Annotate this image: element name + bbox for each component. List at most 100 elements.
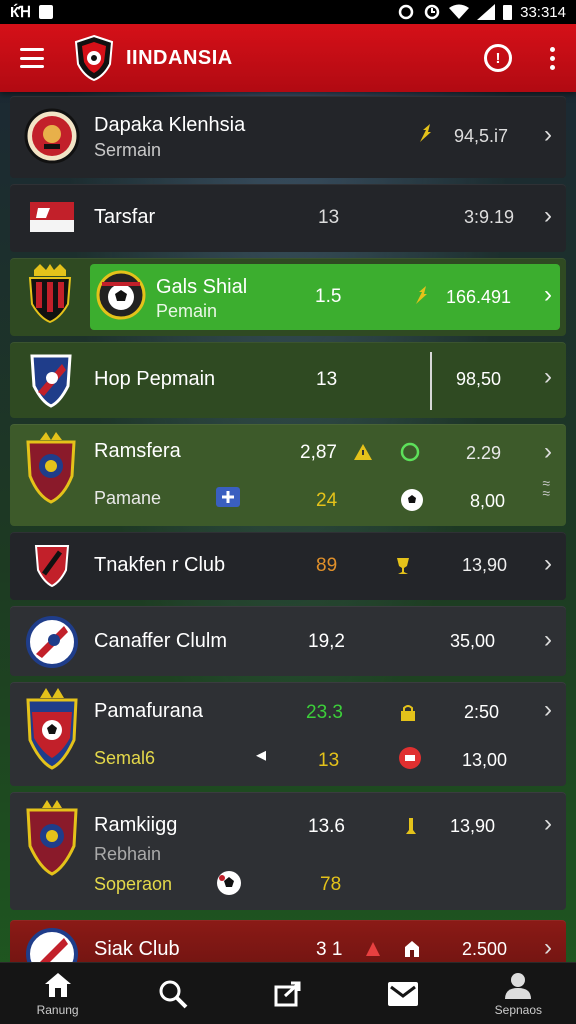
chevron-right-icon: › bbox=[544, 550, 552, 577]
profile-icon bbox=[505, 972, 532, 999]
more-options-icon[interactable] bbox=[550, 46, 556, 70]
list-item[interactable]: Dapaka Klenhsia Sermain 94,5.i7 › bbox=[10, 96, 566, 178]
lock-icon bbox=[401, 705, 415, 721]
club-value: 13,90 bbox=[462, 555, 508, 575]
club-tertiary: Soperaon bbox=[94, 874, 173, 894]
club-name: Hop Pepmain bbox=[94, 368, 216, 390]
notification-icon bbox=[39, 5, 54, 19]
club-name: Ramsfera bbox=[94, 440, 181, 462]
badge-icon bbox=[366, 942, 380, 956]
club-subtitle: Pamane bbox=[94, 488, 162, 508]
list-item[interactable]: Ramsfera Pamane 2,87 24 2.29 8,00 › ≈ ≈ bbox=[10, 424, 566, 526]
club-name: Gals Shial bbox=[156, 276, 248, 298]
club-name: Ramkiigg bbox=[94, 814, 178, 836]
club-value: 2.500 bbox=[462, 939, 508, 959]
chevron-right-icon: › bbox=[544, 934, 552, 961]
record-icon bbox=[399, 747, 421, 769]
home-icon bbox=[44, 972, 71, 997]
menu-icon[interactable] bbox=[20, 48, 44, 68]
status-dot-icon bbox=[400, 442, 420, 462]
chevron-right-icon: › bbox=[544, 202, 552, 229]
warning-icon bbox=[354, 444, 372, 460]
club-rank: 13.6 bbox=[308, 816, 345, 837]
club-subtitle: Rebhain bbox=[94, 844, 162, 864]
list-item[interactable]: Tnakfen r Club 89 13,90 › bbox=[10, 532, 566, 600]
ball-crest-icon bbox=[96, 270, 146, 320]
list-item[interactable]: Pamafurana Semal6 ◂ 23.3 13 2:50 13,00 › bbox=[10, 682, 566, 786]
trophy-icon bbox=[397, 558, 409, 574]
chevron-right-icon: › bbox=[544, 281, 552, 308]
club-value: 2:50 bbox=[464, 702, 500, 722]
club-name: Tarsfar bbox=[94, 206, 156, 228]
club-value: 3:9.19 bbox=[464, 207, 515, 227]
trophy-icon bbox=[406, 818, 416, 834]
chevron-right-icon: › bbox=[544, 438, 552, 465]
club-value: 98,50 bbox=[456, 369, 502, 389]
list-item[interactable]: Canaffer Clulm 19,2 35,00 › bbox=[10, 606, 566, 676]
club-crest-icon bbox=[26, 616, 78, 668]
club-rank: 89 bbox=[316, 555, 338, 576]
club-name: Siak Club bbox=[94, 938, 180, 960]
chevron-right-icon: › bbox=[544, 696, 552, 723]
club-secondary-rank: 24 bbox=[316, 490, 338, 511]
clock-icon bbox=[424, 4, 440, 20]
club-crest-icon bbox=[24, 108, 80, 164]
signal-icon bbox=[477, 4, 496, 20]
nav-mail[interactable] bbox=[363, 963, 443, 1024]
nav-profile[interactable]: Sepnaos bbox=[478, 963, 558, 1024]
mail-icon bbox=[388, 981, 419, 1006]
club-crest-icon bbox=[30, 354, 72, 408]
home-small-icon bbox=[405, 941, 419, 957]
club-subtitle: Pemain bbox=[156, 301, 218, 321]
nav-home[interactable]: Ranung bbox=[18, 963, 98, 1024]
bottom-nav: Ranung Sepnaos bbox=[0, 962, 576, 1024]
nav-profile-label: Sepnaos bbox=[494, 1002, 543, 1017]
trend-up-icon bbox=[416, 286, 427, 304]
status-time: 33:314 bbox=[520, 3, 566, 21]
club-rank: 23.3 bbox=[306, 702, 343, 723]
status-app-glyph: ЌꞪ bbox=[10, 4, 32, 21]
club-crest-icon bbox=[26, 432, 76, 504]
list-item[interactable]: Ramkiigg Rebhain Soperaon 13.6 78 13,90 … bbox=[10, 792, 566, 910]
app-bar: IINDANSIA ! bbox=[0, 24, 576, 92]
club-value: 2.29 bbox=[466, 443, 502, 463]
alert-icon[interactable]: ! bbox=[484, 44, 512, 72]
app-title: IINDANSIA bbox=[126, 46, 233, 69]
alert-glyph: ! bbox=[495, 49, 501, 67]
trend-up-icon bbox=[420, 124, 431, 142]
club-value: 166.491 bbox=[446, 287, 512, 307]
chevron-right-icon: › bbox=[544, 626, 552, 653]
nav-search[interactable] bbox=[133, 963, 213, 1024]
club-rank: 13 bbox=[318, 207, 340, 228]
list-item[interactable]: Tarsfar 13 3:9.19 › bbox=[10, 184, 566, 252]
club-subtitle: Semal6 bbox=[94, 748, 156, 768]
club-rank: 2,87 bbox=[300, 442, 337, 463]
nav-share[interactable] bbox=[248, 963, 328, 1024]
status-bar: ЌꞪ 33:314 bbox=[0, 0, 576, 24]
soccer-ball-icon bbox=[217, 871, 241, 895]
club-crest-icon bbox=[26, 800, 78, 876]
club-secondary-rank: 13 bbox=[318, 750, 340, 771]
club-name: Tnakfen r Club bbox=[94, 554, 226, 576]
club-rank: 13 bbox=[316, 369, 338, 390]
nav-home-label: Ranung bbox=[36, 1002, 79, 1017]
list-item-selected[interactable]: Gals Shial Pemain 1.5 166.491 › bbox=[10, 258, 566, 336]
club-crest-icon bbox=[26, 688, 78, 770]
club-value: 13,90 bbox=[450, 816, 496, 836]
expand-icon[interactable]: ≈ ≈ bbox=[542, 476, 550, 500]
club-subtitle: Sermain bbox=[94, 140, 162, 160]
club-crest-icon bbox=[28, 264, 72, 324]
back-arrow-icon: ◂ bbox=[256, 744, 267, 766]
soccer-ball-icon bbox=[401, 489, 423, 511]
club-value: 94,5.i7 bbox=[454, 126, 509, 146]
club-list: Dapaka Klenhsia Sermain 94,5.i7 › Tarsfa… bbox=[10, 96, 566, 982]
list-item[interactable]: Hop Pepmain 13 98,50 › bbox=[10, 342, 566, 418]
alarm-icon bbox=[398, 4, 414, 20]
battery-icon bbox=[503, 4, 513, 20]
club-rank: 3 1 bbox=[316, 939, 343, 960]
club-logo bbox=[74, 34, 114, 82]
club-secondary-value: 13,00 bbox=[462, 750, 508, 770]
chevron-right-icon: › bbox=[544, 121, 552, 148]
club-name: Pamafurana bbox=[94, 700, 203, 722]
wifi-icon bbox=[449, 4, 470, 19]
